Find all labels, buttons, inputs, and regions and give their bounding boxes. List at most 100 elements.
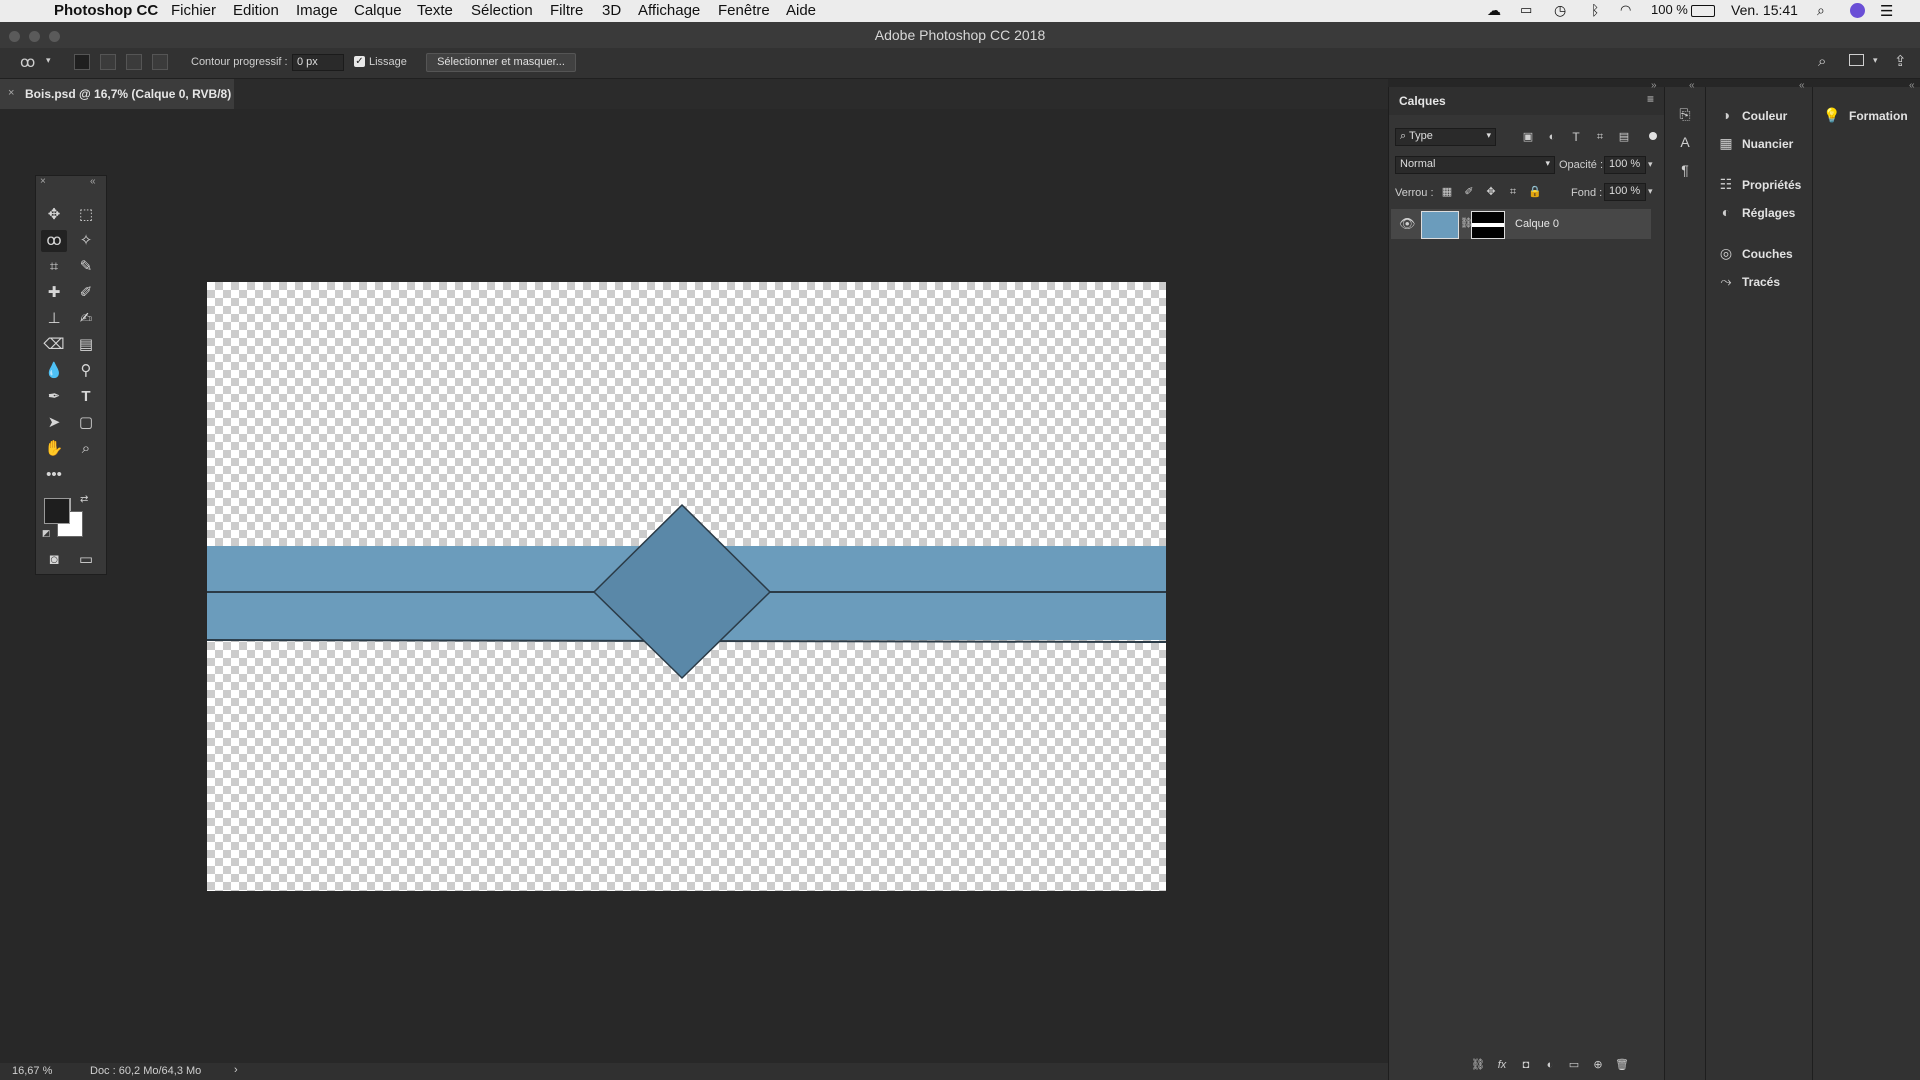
dodge-tool-icon[interactable]: ⚲ bbox=[73, 360, 99, 382]
blend-mode-select[interactable]: Normal ▾ bbox=[1395, 156, 1555, 174]
default-colors-icon[interactable]: ◩ bbox=[42, 528, 51, 539]
panel-couches[interactable]: Couches bbox=[1742, 247, 1793, 261]
fill-input[interactable]: 100 % bbox=[1604, 183, 1646, 201]
lasso-tool-preset-icon[interactable]: ꝏ bbox=[20, 53, 35, 71]
workspace-icon[interactable] bbox=[1849, 54, 1864, 66]
adjustments-panel-icon[interactable]: ◐ bbox=[1717, 203, 1735, 221]
paragraph-panel-icon[interactable]: ¶ bbox=[1676, 161, 1694, 179]
menu-app-name[interactable]: Photoshop CC bbox=[54, 2, 158, 19]
filter-pixel-icon[interactable]: ▣ bbox=[1519, 128, 1537, 146]
layers-panel-title[interactable]: Calques bbox=[1399, 94, 1446, 108]
panel-nuancier[interactable]: Nuancier bbox=[1742, 137, 1793, 151]
smoothing-checkbox[interactable]: ✓ bbox=[354, 56, 365, 67]
quick-mask-icon[interactable]: ◙ bbox=[41, 549, 67, 571]
color-panel-icon[interactable]: ◑ bbox=[1717, 106, 1735, 124]
eraser-tool-icon[interactable]: ⌫ bbox=[41, 334, 67, 356]
layer-row[interactable]: 👁 ⛓ Calque 0 bbox=[1391, 209, 1651, 239]
menu-fichier[interactable]: Fichier bbox=[171, 2, 216, 19]
marquee-tool-icon[interactable]: ⬚ bbox=[73, 204, 99, 226]
status-menu-chevron-icon[interactable]: › bbox=[234, 1064, 238, 1076]
menu-aide[interactable]: Aide bbox=[786, 2, 816, 19]
learn-collapse-icon[interactable]: « bbox=[1909, 80, 1915, 91]
menu-edition[interactable]: Edition bbox=[233, 2, 279, 19]
new-layer-icon[interactable]: ⊕ bbox=[1589, 1056, 1607, 1074]
opacity-input[interactable]: 100 % bbox=[1604, 156, 1646, 174]
pen-tool-icon[interactable]: ✒ bbox=[41, 386, 67, 408]
filter-type-icon[interactable]: T bbox=[1567, 128, 1585, 146]
opacity-chevron-down-icon[interactable]: ▾ bbox=[1648, 159, 1653, 170]
share-icon[interactable]: ⇪ bbox=[1894, 52, 1907, 70]
menu-filtre[interactable]: Filtre bbox=[550, 2, 583, 19]
lightbulb-icon[interactable]: 💡 bbox=[1823, 106, 1841, 124]
lock-artboard-icon[interactable]: ⌗ bbox=[1504, 183, 1522, 201]
panel-menu-icon[interactable]: ≡ bbox=[1647, 92, 1654, 106]
airplay-icon[interactable]: ▭ bbox=[1520, 2, 1532, 18]
type-tool-icon[interactable]: T bbox=[73, 386, 99, 408]
panel-couleur[interactable]: Couleur bbox=[1742, 109, 1787, 123]
shape-tool-icon[interactable]: ▢ bbox=[73, 412, 99, 434]
history-brush-tool-icon[interactable]: ✍ bbox=[73, 308, 99, 330]
new-adjustment-layer-icon[interactable]: ◐ bbox=[1541, 1056, 1559, 1074]
filter-shape-icon[interactable]: ⌗ bbox=[1591, 128, 1609, 146]
add-mask-icon[interactable]: ◘ bbox=[1517, 1056, 1535, 1074]
panel-traces[interactable]: Tracés bbox=[1742, 275, 1780, 289]
spotlight-search-icon[interactable]: ⌕ bbox=[1817, 2, 1825, 19]
move-tool-icon[interactable]: ✥ bbox=[41, 204, 67, 226]
eyedropper-tool-icon[interactable]: ✎ bbox=[73, 256, 99, 278]
magic-wand-tool-icon[interactable]: ✧ bbox=[73, 230, 99, 252]
lock-position-icon[interactable]: ✥ bbox=[1482, 183, 1500, 201]
swatches-panel-icon[interactable]: ▦ bbox=[1717, 134, 1735, 152]
battery-icon[interactable] bbox=[1691, 5, 1715, 17]
layer-fx-icon[interactable]: fx bbox=[1493, 1056, 1511, 1074]
healing-brush-tool-icon[interactable]: ✚ bbox=[41, 282, 67, 304]
fill-chevron-down-icon[interactable]: ▾ bbox=[1648, 186, 1653, 197]
more-tools-icon[interactable]: ••• bbox=[41, 464, 67, 486]
hand-tool-icon[interactable]: ✋ bbox=[41, 438, 67, 460]
screen-mode-icon[interactable]: ▭ bbox=[73, 549, 99, 571]
clone-stamp-tool-icon[interactable]: ⊥ bbox=[41, 308, 67, 330]
blur-tool-icon[interactable]: 💧 bbox=[41, 360, 67, 382]
delete-layer-icon[interactable]: 🗑 bbox=[1613, 1056, 1631, 1074]
select-and-mask-button[interactable]: Sélectionner et masquer... bbox=[426, 53, 576, 72]
paths-panel-icon[interactable]: ⤳ bbox=[1717, 272, 1735, 290]
foreground-color-front[interactable] bbox=[44, 498, 70, 524]
layer-mask-thumbnail[interactable] bbox=[1471, 211, 1505, 239]
wifi-icon[interactable]: ◠ bbox=[1620, 2, 1631, 18]
layers-collapse-icon[interactable]: » bbox=[1651, 80, 1657, 91]
brush-tool-icon[interactable]: ✐ bbox=[73, 282, 99, 304]
crop-tool-icon[interactable]: ⌗ bbox=[41, 256, 67, 278]
add-to-selection-icon[interactable] bbox=[100, 54, 116, 70]
menu-selection[interactable]: Sélection bbox=[471, 2, 533, 19]
menu-3d[interactable]: 3D bbox=[602, 2, 621, 19]
menu-clock[interactable]: Ven. 15:41 bbox=[1731, 2, 1798, 18]
visibility-eye-icon[interactable]: 👁 bbox=[1399, 216, 1416, 232]
layer-name[interactable]: Calque 0 bbox=[1515, 218, 1559, 230]
time-machine-icon[interactable]: ◷ bbox=[1554, 2, 1566, 19]
link-layers-icon[interactable]: ⛓ bbox=[1469, 1056, 1487, 1074]
toolbox-collapse-icon[interactable]: « bbox=[90, 176, 96, 187]
panels-collapse-icon[interactable]: « bbox=[1799, 80, 1805, 91]
panel-proprietes[interactable]: Propriétés bbox=[1742, 178, 1801, 192]
lasso-tool-icon[interactable]: ꝏ bbox=[41, 230, 67, 252]
lock-image-pixels-icon[interactable]: ✐ bbox=[1460, 183, 1478, 201]
document-canvas[interactable] bbox=[207, 282, 1166, 891]
filter-smart-object-icon[interactable]: ▤ bbox=[1615, 128, 1633, 146]
menu-texte[interactable]: Texte bbox=[417, 2, 453, 19]
new-selection-icon[interactable] bbox=[74, 54, 90, 70]
lock-all-icon[interactable]: 🔒 bbox=[1526, 183, 1544, 201]
layer-filter-select[interactable]: ⌕ Type ▾ bbox=[1395, 128, 1496, 146]
path-selection-tool-icon[interactable]: ➤ bbox=[41, 412, 67, 434]
close-tab-icon[interactable]: × bbox=[8, 87, 14, 99]
document-tab[interactable]: × Bois.psd @ 16,7% (Calque 0, RVB/8) bbox=[0, 79, 234, 109]
bluetooth-icon[interactable]: ᛒ bbox=[1591, 2, 1599, 18]
properties-panel-icon[interactable]: ☷ bbox=[1717, 175, 1735, 193]
filter-adjustment-icon[interactable]: ◐ bbox=[1543, 128, 1561, 146]
zoom-tool-icon[interactable]: ⌕ bbox=[73, 438, 99, 460]
filter-toggle-icon[interactable] bbox=[1649, 132, 1657, 140]
toolbox-close-icon[interactable]: × bbox=[40, 176, 46, 187]
feather-input[interactable]: 0 px bbox=[292, 54, 344, 71]
icons-collapse-icon[interactable]: « bbox=[1689, 80, 1695, 91]
lock-transparency-icon[interactable]: ▦ bbox=[1438, 183, 1456, 201]
layer-thumbnail[interactable] bbox=[1421, 211, 1459, 239]
menu-fenetre[interactable]: Fenêtre bbox=[718, 2, 770, 19]
